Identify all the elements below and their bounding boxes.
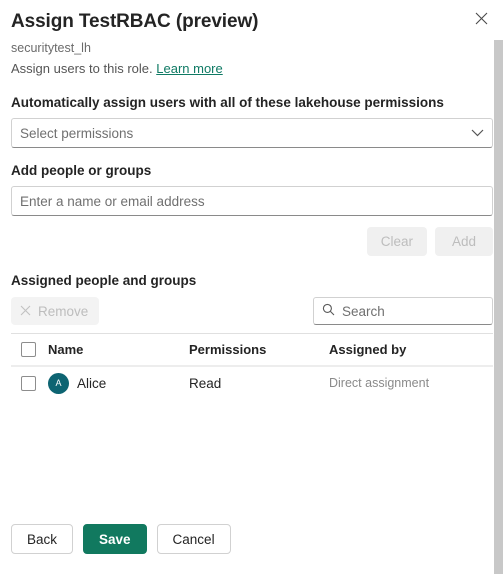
- remove-button[interactable]: Remove: [11, 297, 100, 325]
- clear-button[interactable]: Clear: [366, 227, 427, 256]
- search-placeholder: Search: [342, 303, 385, 319]
- column-header-name: Name: [48, 342, 84, 357]
- dialog-subtitle: securitytest_lh: [11, 41, 91, 55]
- assign-role-dialog: Assign TestRBAC (preview) securitytest_l…: [0, 0, 504, 574]
- dialog-description-text: Assign users to this role.: [11, 61, 153, 76]
- cancel-button[interactable]: Cancel: [156, 524, 231, 554]
- row-name-text: Alice: [77, 375, 107, 391]
- search-icon: [322, 303, 335, 319]
- table-row[interactable]: A Alice Read Direct assignment: [11, 366, 493, 399]
- table-header-row: Name Permissions Assigned by: [11, 333, 493, 366]
- dialog-footer: Back Save Cancel: [0, 524, 504, 574]
- add-people-placeholder: Enter a name or email address: [20, 193, 205, 209]
- save-button[interactable]: Save: [83, 524, 147, 554]
- learn-more-link[interactable]: Learn more: [156, 61, 222, 76]
- column-header-permissions: Permissions: [189, 342, 267, 357]
- close-button[interactable]: [467, 6, 495, 34]
- select-all-checkbox[interactable]: [11, 342, 48, 357]
- row-name-cell: A Alice: [48, 372, 189, 394]
- checkbox-box: [21, 375, 36, 391]
- dialog-body: Automatically assign users with all of t…: [0, 78, 504, 524]
- add-people-label: Add people or groups: [11, 163, 152, 178]
- dialog-description: Assign users to this role. Learn more: [11, 60, 492, 78]
- add-people-actions: Clear Add: [11, 227, 493, 256]
- remove-button-label: Remove: [38, 303, 89, 319]
- add-button[interactable]: Add: [435, 227, 493, 256]
- close-icon: [475, 12, 488, 28]
- assigned-table: Name Permissions Assigned by A Alice Rea…: [11, 333, 493, 399]
- search-input[interactable]: Search: [313, 297, 493, 325]
- column-header-assigned-by: Assigned by: [329, 342, 407, 357]
- assigned-people-label: Assigned people and groups: [11, 273, 197, 288]
- permissions-select[interactable]: Select permissions: [11, 118, 493, 148]
- checkbox-box: [21, 342, 36, 357]
- row-checkbox[interactable]: [11, 375, 48, 391]
- row-assigned-by-cell: Direct assignment: [329, 376, 430, 390]
- assigned-toolbar: Remove Search: [11, 297, 493, 325]
- back-button[interactable]: Back: [11, 524, 74, 554]
- chevron-down-icon: [471, 129, 484, 137]
- add-people-input[interactable]: Enter a name or email address: [11, 186, 493, 216]
- avatar: A: [48, 372, 69, 394]
- row-permissions-cell: Read: [189, 375, 222, 391]
- scrollbar-thumb[interactable]: [494, 40, 503, 574]
- page-title: Assign TestRBAC (preview): [11, 11, 259, 32]
- permissions-select-placeholder: Select permissions: [20, 125, 134, 141]
- dialog-header: Assign TestRBAC (preview) securitytest_l…: [0, 0, 504, 78]
- auto-assign-label: Automatically assign users with all of t…: [11, 95, 444, 110]
- close-icon: [20, 304, 31, 319]
